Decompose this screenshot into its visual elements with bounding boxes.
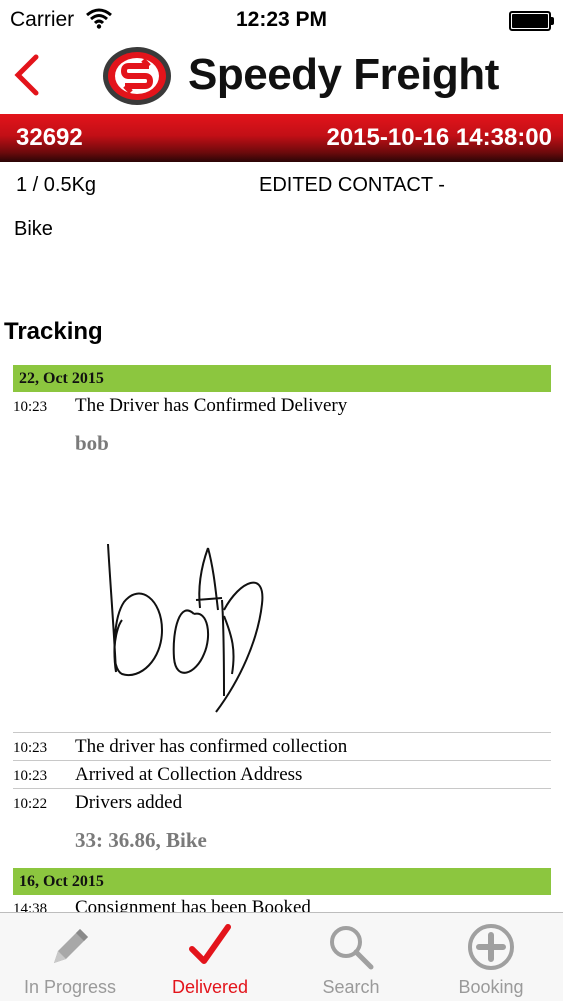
pencil-icon — [54, 929, 88, 963]
event-note: 33: 36.86, Bike — [75, 828, 207, 852]
tab-label: Delivered — [171, 977, 249, 997]
event-time: 10:23 — [13, 740, 48, 756]
chevron-left-icon[interactable] — [10, 52, 44, 98]
clock: 12:23 PM — [235, 8, 328, 31]
tab-label: Booking — [458, 977, 524, 997]
tab-booking[interactable]: Booking — [421, 913, 561, 1001]
speedy-s-logo-icon — [103, 47, 171, 105]
event-description: Drivers added — [75, 792, 183, 813]
row-divider — [13, 760, 551, 761]
job-contact: EDITED CONTACT - — [259, 174, 445, 196]
job-number: 32692 — [16, 124, 83, 151]
event-note: bob — [75, 431, 109, 455]
tracking-day-header: 16, Oct 2015 — [13, 868, 551, 895]
tracking-title: Tracking — [4, 318, 103, 345]
event-time: 10:22 — [13, 796, 48, 812]
tab-label: In Progress — [23, 977, 117, 997]
tab-search[interactable]: Search — [281, 913, 421, 1001]
brand-name: Speedy Freight — [188, 50, 499, 99]
checkmark-icon — [189, 924, 231, 964]
tab-label: Search — [322, 977, 380, 997]
battery-icon — [509, 11, 554, 31]
tab-bar: In Progress Delivered Search Booking — [0, 912, 563, 1001]
job-header-band: 32692 2015-10-16 14:38:00 — [0, 114, 563, 162]
row-divider — [13, 732, 551, 733]
tab-in-progress[interactable]: In Progress — [0, 913, 140, 1001]
row-divider — [13, 788, 551, 789]
tracking-day-header: 22, Oct 2015 — [13, 365, 551, 392]
event-description: The driver has confirmed collection — [75, 736, 348, 757]
event-time: 10:23 — [13, 768, 48, 784]
job-vehicle: Bike — [14, 218, 53, 240]
app-header: Speedy Freight — [0, 40, 563, 114]
search-icon — [330, 926, 374, 970]
job-datetime: 2015-10-16 14:38:00 — [326, 124, 552, 151]
status-bar: Carrier 12:23 PM — [0, 0, 563, 40]
event-time: 10:23 — [13, 399, 48, 415]
add-circle-icon — [468, 924, 514, 970]
delivery-signature — [107, 543, 264, 713]
job-weight: 1 / 0.5Kg — [16, 174, 97, 196]
event-description: The Driver has Confirmed Delivery — [75, 395, 348, 416]
event-description: Arrived at Collection Address — [75, 764, 303, 785]
tab-delivered[interactable]: Delivered — [140, 913, 280, 1001]
